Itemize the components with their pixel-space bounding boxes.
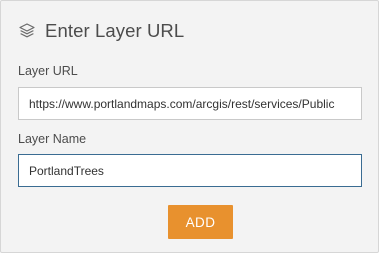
panel-title: Enter Layer URL bbox=[45, 20, 185, 41]
enter-layer-url-panel: Enter Layer URL Layer URL Layer Name ADD bbox=[0, 0, 379, 253]
add-button[interactable]: ADD bbox=[168, 205, 233, 239]
layer-name-label: Layer Name bbox=[18, 132, 87, 146]
panel-header: Enter Layer URL bbox=[18, 19, 184, 43]
layers-icon bbox=[18, 22, 36, 40]
layer-url-input[interactable] bbox=[18, 87, 362, 120]
layer-url-label: Layer URL bbox=[18, 64, 78, 78]
layer-name-input[interactable] bbox=[18, 154, 362, 187]
